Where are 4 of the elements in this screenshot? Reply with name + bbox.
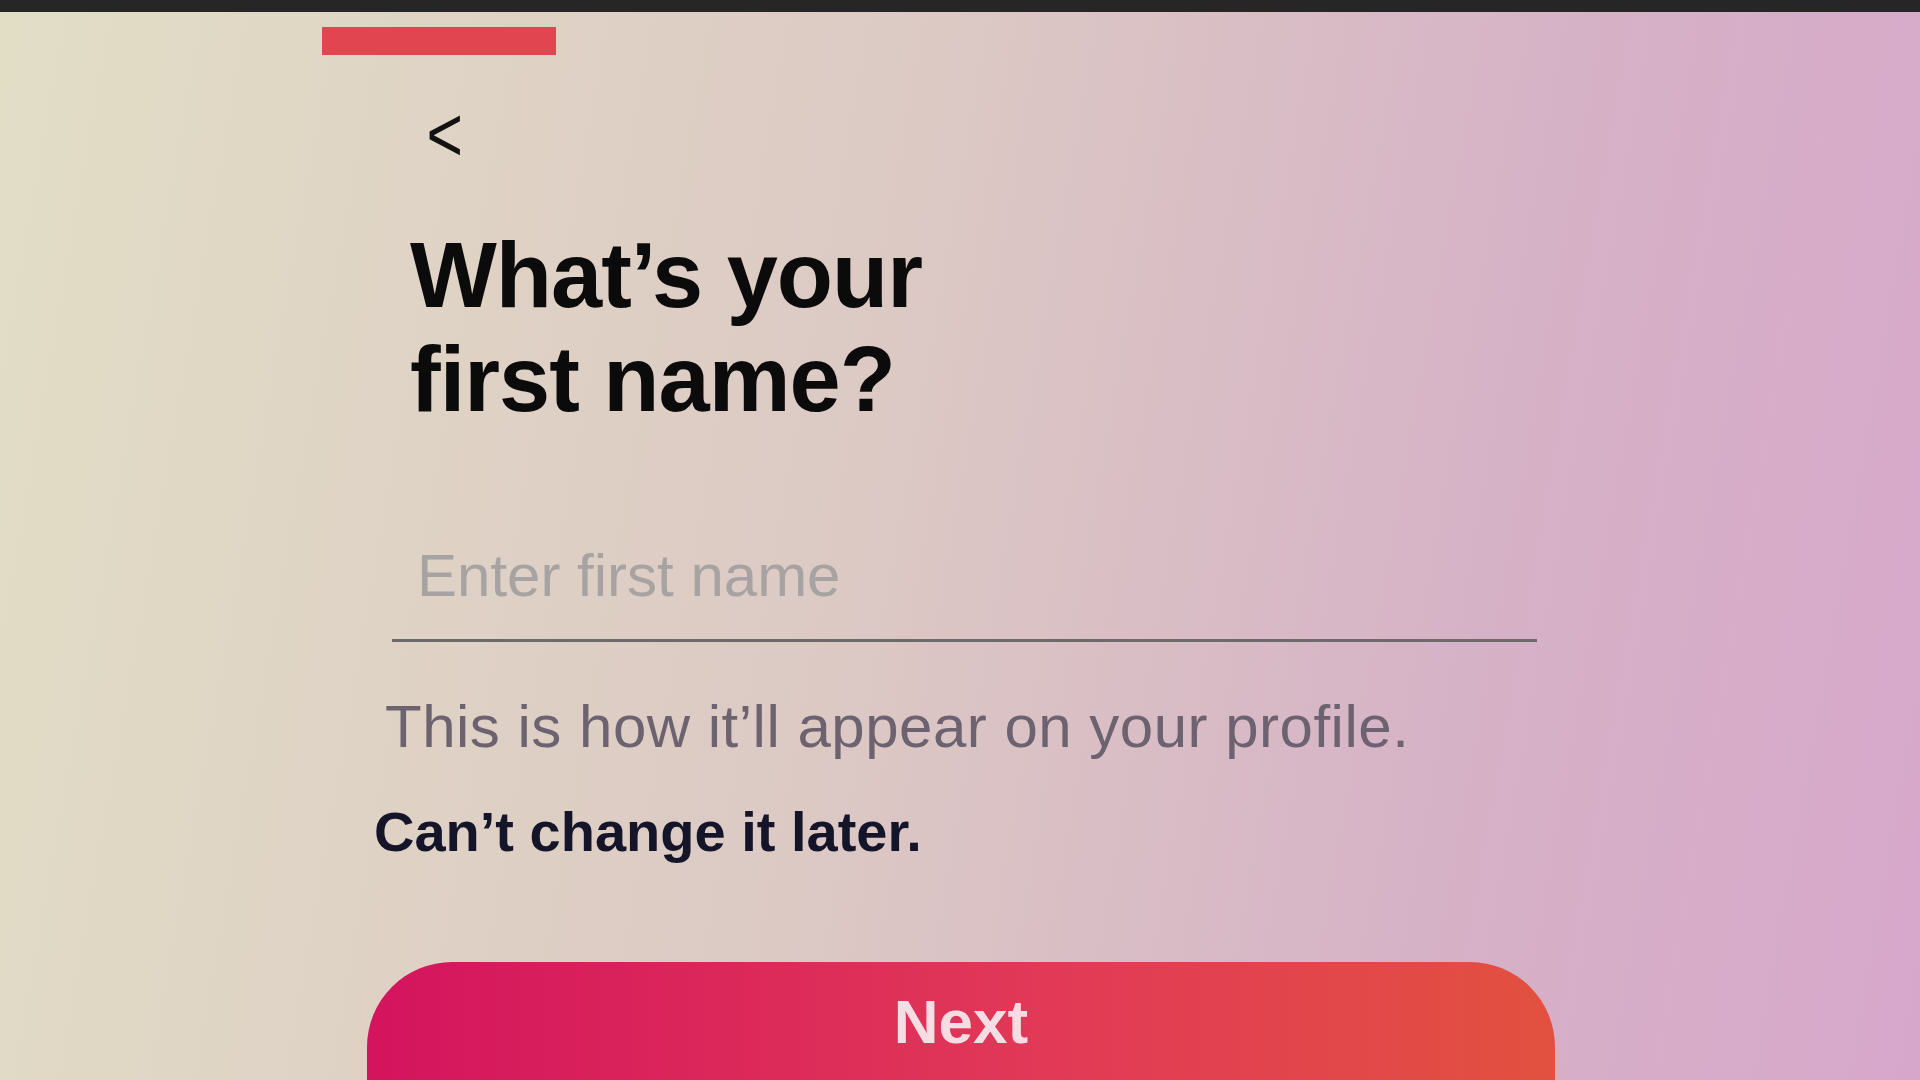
note-text: Can’t change it later.: [374, 799, 923, 865]
back-button[interactable]: <: [426, 95, 463, 173]
hint-text: This is how it’ll appear on your profile.: [385, 692, 1411, 762]
page-title: What’s your first name?: [410, 223, 924, 431]
